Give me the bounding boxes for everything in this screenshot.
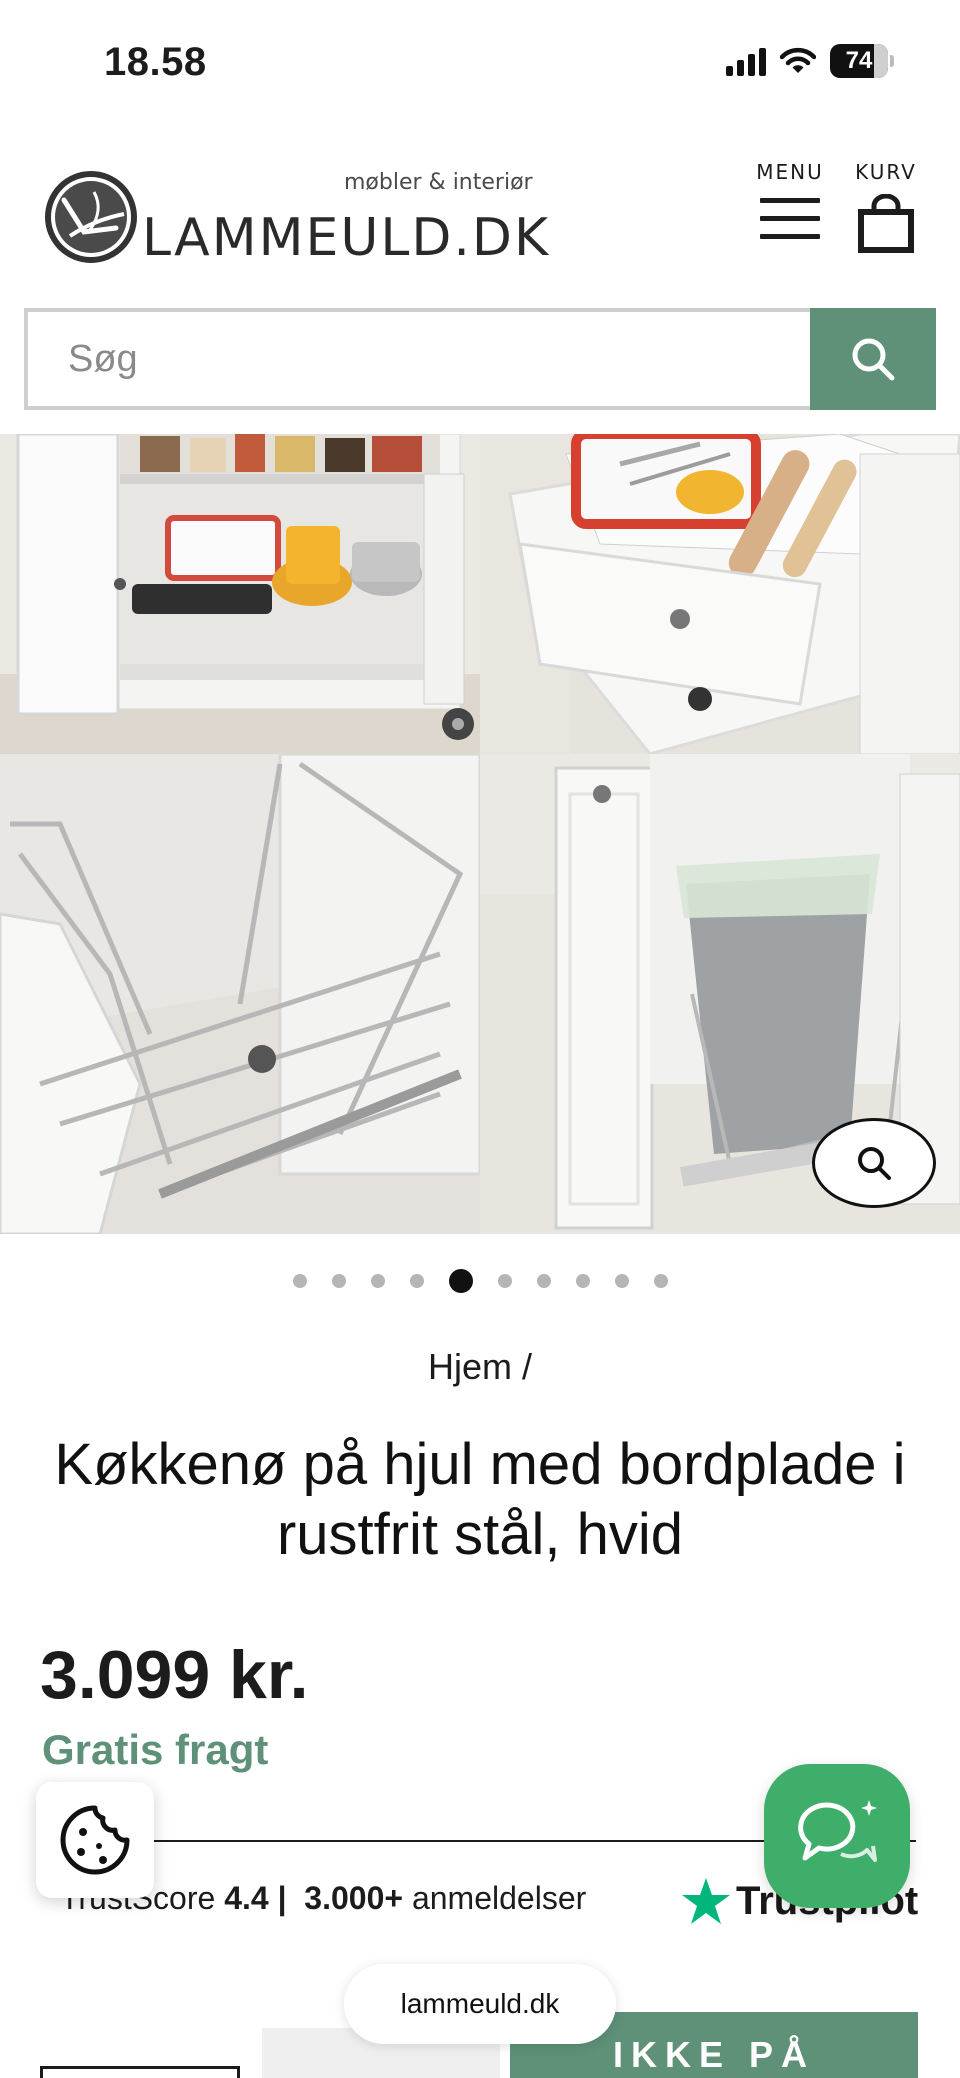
zoom-button[interactable] (812, 1118, 936, 1208)
search-icon (852, 338, 895, 381)
review-count-label: anmeldelser (411, 1880, 587, 1916)
status-time: 18.58 (104, 40, 207, 84)
trustpilot-star-icon (682, 1878, 730, 1924)
cookie-settings-button[interactable] (36, 1782, 154, 1898)
hamburger-icon (760, 198, 820, 239)
cart-button[interactable]: KURV (848, 160, 924, 260)
logo-text: LAMMEULD.DK (142, 208, 551, 268)
gallery-dot[interactable] (331, 1274, 346, 1288)
battery-icon: 74 (830, 44, 894, 78)
cookie-icon (60, 1805, 130, 1875)
gallery-dot[interactable] (292, 1274, 307, 1288)
gallery-dot[interactable] (497, 1274, 512, 1288)
gallery-dot[interactable] (536, 1274, 551, 1288)
trust-score-value: 4.4 | (224, 1880, 287, 1916)
shopping-bag-icon (858, 193, 914, 253)
wifi-icon (780, 47, 816, 73)
magnifier-icon (858, 1147, 891, 1180)
site-header: møbler & interiør LAMMEULD.DK MENU KURV (0, 140, 960, 290)
gallery-dot[interactable] (575, 1274, 590, 1288)
chat-button[interactable] (764, 1764, 910, 1908)
gallery-pagination (0, 1266, 960, 1296)
gallery-dot[interactable] (370, 1274, 385, 1288)
menu-label: MENU (756, 160, 824, 184)
search-input[interactable] (24, 308, 812, 410)
product-price: 3.099 kr. (40, 1637, 309, 1713)
review-count: 3.000+ (304, 1880, 404, 1916)
product-image-gallery[interactable] (0, 434, 960, 1234)
gallery-dot[interactable] (448, 1269, 473, 1293)
product-image-wire-frame (0, 754, 480, 1234)
battery-level: 74 (845, 47, 873, 74)
cart-label: KURV (855, 160, 917, 184)
status-bar: 18.58 74 (0, 0, 960, 120)
search-bar (24, 308, 936, 410)
product-image-cabinet-shelves (0, 434, 480, 754)
chat-icon (798, 1800, 877, 1862)
menu-button[interactable]: MENU (750, 160, 830, 260)
gallery-dot[interactable] (653, 1274, 668, 1288)
search-button[interactable] (810, 308, 936, 410)
logo-mark-icon (45, 171, 137, 263)
logo-tagline: møbler & interiør (344, 170, 533, 195)
breadcrumb[interactable]: Hjem / (0, 1346, 960, 1388)
product-title: Køkkenø på hjul med bordplade i rustfrit… (54, 1432, 906, 1567)
status-icons: 74 (726, 44, 894, 78)
cellular-signal-icon (726, 46, 766, 76)
quantity-selector[interactable] (40, 2066, 240, 2078)
gallery-dot[interactable] (409, 1274, 424, 1288)
product-image-drawer-utensils (480, 434, 960, 754)
gallery-dot[interactable] (614, 1274, 629, 1288)
shipping-info: Gratis fragt (42, 1726, 269, 1773)
site-logo[interactable]: møbler & interiør LAMMEULD.DK (44, 164, 548, 268)
browser-url-bar[interactable]: lammeuld.dk (344, 1964, 616, 2044)
